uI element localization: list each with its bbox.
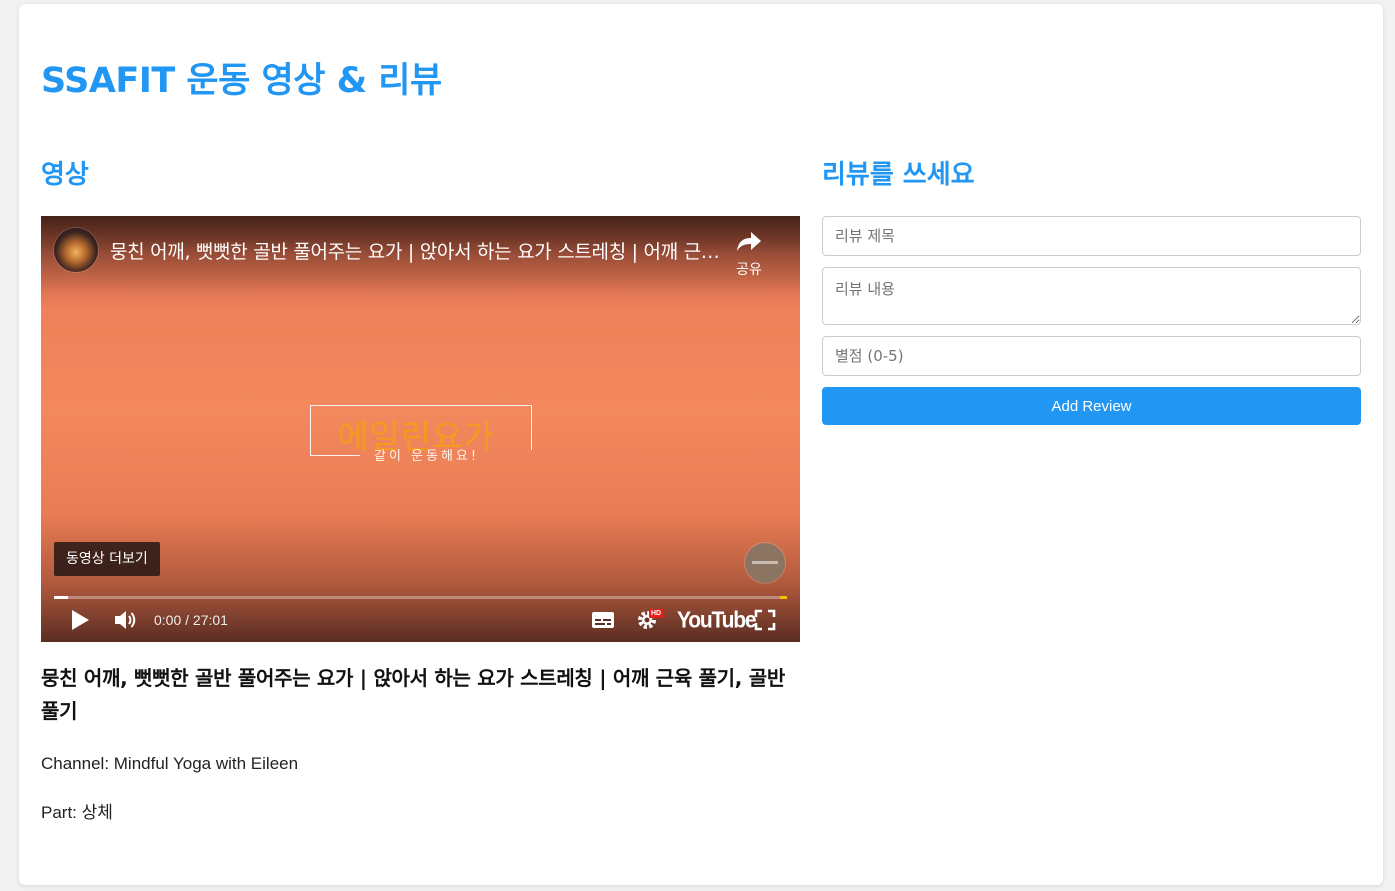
review-section-heading: 리뷰를 쓰세요 [822, 160, 975, 190]
hd-badge: HD [649, 609, 664, 618]
video-player[interactable]: 뭉친 어깨, 뻣뻣한 골반 풀어주는 요가 | 앉아서 하는 요가 스트레칭 |… [41, 216, 800, 642]
share-label: 공유 [736, 262, 762, 278]
progress-end-marker [780, 596, 787, 599]
fullscreen-icon [754, 609, 776, 636]
review-content-textarea[interactable] [822, 267, 1361, 325]
youtube-logo[interactable]: YouTube [677, 608, 757, 634]
page-title: SSAFIT 운동 영상 & 리뷰 [41, 61, 442, 101]
volume-icon [113, 609, 139, 636]
time-display: 0:00 / 27:01 [154, 612, 228, 628]
channel-avatar[interactable] [54, 228, 98, 272]
play-button[interactable] [65, 609, 95, 635]
video-section-heading: 영상 [41, 160, 89, 190]
more-videos-button[interactable]: 동영상 더보기 [54, 542, 160, 576]
play-icon [70, 609, 90, 636]
volume-button[interactable] [111, 609, 141, 635]
subtitles-icon [591, 611, 615, 634]
progress-fill [54, 596, 68, 599]
add-review-button[interactable]: Add Review [822, 387, 1361, 425]
center-logo-frame-left [310, 405, 311, 456]
channel-watermark[interactable] [745, 543, 785, 583]
channel-info: Channel: Mindful Yoga with Eileen [41, 754, 299, 773]
share-icon [736, 232, 762, 256]
center-logo-subtext: 같이 운동해요! [374, 449, 480, 464]
review-rating-input[interactable] [822, 336, 1361, 376]
review-title-input[interactable] [822, 216, 1361, 256]
share-button[interactable]: 공유 [727, 230, 771, 279]
video-title: 뭉친 어깨, 뻣뻣한 골반 풀어주는 요가 | 앉아서 하는 요가 스트레칭 |… [41, 666, 785, 723]
subtitles-button[interactable] [589, 610, 617, 634]
player-video-title[interactable]: 뭉친 어깨, 뻣뻣한 골반 풀어주는 요가 | 앉아서 하는 요가 스트레칭 |… [110, 237, 730, 264]
progress-bar[interactable] [54, 596, 787, 599]
fullscreen-button[interactable] [751, 609, 779, 635]
part-info: Part: 상체 [41, 803, 113, 822]
